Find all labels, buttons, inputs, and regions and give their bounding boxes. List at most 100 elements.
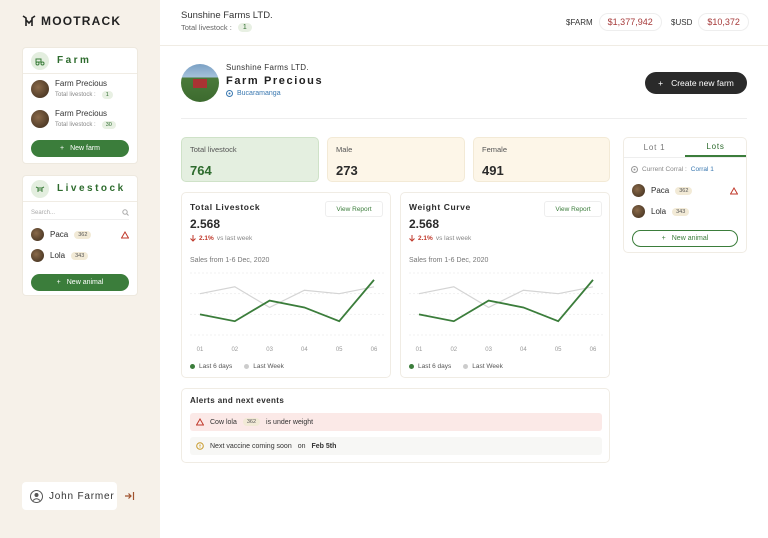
create-farm-label: Create new farm [671,78,734,88]
user-profile-button[interactable]: John Farmer [22,482,117,510]
farm-location[interactable]: Bucaramanga [226,90,281,97]
search-icon [122,209,129,216]
farm-avatar [31,80,49,98]
legend-item: Last 6 days [409,363,451,370]
stat-card-male: Male 273 [327,137,465,182]
animal-avatar [31,228,44,241]
animal-tag: 362 [675,186,693,195]
lot-animal-item[interactable]: Paca 362 [624,180,746,201]
plus-icon: + [661,235,666,242]
farm-list-item[interactable]: Farm Precious Total livestock : 30 [23,104,137,134]
tab-lot-1[interactable]: Lot 1 [624,138,685,157]
livestock-count-badge: 30 [101,121,116,129]
event-alert[interactable]: Next vaccine coming soon on Feb 5th [190,437,602,455]
total-livestock-panel: Total Livestock 2.568 2.1% vs last week … [181,192,391,378]
animal-list-item[interactable]: Paca 362 [23,224,137,245]
legend-item: Last Week [463,363,503,370]
line-chart: 01 02 03 04 05 06 [409,272,603,353]
warning-icon [730,186,738,194]
x-tick-label: 01 [197,347,204,353]
x-tick-label: 01 [416,347,423,353]
view-report-button[interactable]: View Report [325,201,383,217]
sidebar: MOOTRACK Farm Farm Precious Total livest… [0,0,160,538]
tractor-icon [31,51,49,70]
event-on: on [297,442,306,450]
animal-name: Paca [651,186,670,195]
current-corral: Current Corral : Corral 1 [624,158,746,180]
livestock-label: Total livestock : [55,122,96,128]
new-farm-label: New farm [70,145,101,152]
alert-prefix: Cow lola [210,418,237,426]
livestock-count-badge: 1 [101,91,113,99]
lot-animal-item[interactable]: Lola 343 [624,201,746,222]
view-report-button[interactable]: View Report [544,201,602,217]
farm-avatar [31,110,49,128]
panel-subtitle: Sales from 1-6 Dec, 2020 [409,257,489,264]
create-farm-button[interactable]: + Create new farm [645,72,747,94]
corral-value[interactable]: Corral 1 [691,166,714,173]
total-livestock-badge: 1 [237,23,252,32]
delta-value: 2.1% [418,235,433,242]
alerts-title: Alerts and next events [190,396,285,405]
lots-card: Lot 1 Lots Current Corral : Corral 1 Pac… [623,137,747,253]
weight-alert[interactable]: Cow lola 362 is under weight [190,413,602,431]
panel-title: Weight Curve [409,202,471,212]
profile-farm-name: Farm Precious [226,75,324,87]
stat-label: Total livestock [190,145,237,154]
farm-card-title: Farm [57,55,92,66]
panel-delta: 2.1% vs last week [409,235,471,242]
top-bar: Sunshine Farms LTD. Total livestock : 1 … [160,0,768,46]
stat-card-female: Female 491 [473,137,610,182]
logout-button[interactable] [119,482,140,510]
animal-list-item[interactable]: Lola 343 [23,245,137,266]
lot-new-animal-button[interactable]: + New animal [632,230,738,247]
stat-value: 764 [190,163,212,178]
animal-name: Lola [50,251,66,260]
stat-card-total: Total livestock 764 [181,137,319,182]
animal-avatar [632,205,645,218]
lot-tabs: Lot 1 Lots [624,138,746,158]
total-livestock-label: Total livestock : [181,23,232,32]
series-line-last-6-days [199,279,375,323]
animal-name: Paca [50,230,69,239]
logo[interactable]: MOOTRACK [22,14,121,28]
tab-lots[interactable]: Lots [685,138,746,157]
event-prefix: Next vaccine coming soon [210,442,292,450]
plus-icon: + [56,279,61,286]
animal-avatar [31,249,44,262]
farm-currency-value: $1,377,942 [598,13,662,31]
alert-tag: 362 [242,418,261,426]
stat-value: 491 [482,163,504,178]
farm-name: Farm Precious [55,109,108,118]
farm-photo [181,64,219,102]
new-farm-button[interactable]: + New farm [31,140,129,157]
legend-item: Last 6 days [190,363,232,370]
x-tick-label: 04 [520,347,527,353]
farm-name: Farm Precious [55,79,108,88]
x-tick-label: 06 [371,347,378,353]
app-root: MOOTRACK Farm Farm Precious Total livest… [0,0,768,538]
livestock-search-input[interactable]: Search... [31,206,129,220]
x-tick-label: 05 [555,347,562,353]
livestock-card-header: Livestock [23,176,137,202]
livestock-card-title: Livestock [57,183,126,194]
company-name: Sunshine Farms LTD. [181,10,273,21]
x-tick-label: 03 [485,347,492,353]
farm-card: Farm Farm Precious Total livestock : 1 Fa… [22,47,138,164]
panel-title: Total Livestock [190,202,261,212]
farm-list-item[interactable]: Farm Precious Total livestock : 1 [23,74,137,104]
plus-icon: + [658,78,664,88]
animal-name: Lola [651,207,667,216]
new-animal-button[interactable]: + New animal [31,274,129,291]
new-animal-label: New animal [671,235,709,242]
divider [181,118,747,119]
warning-icon [196,418,204,426]
main-content: Sunshine Farms LTD. Total livestock : 1 … [160,0,768,538]
panel-value: 2.568 [190,217,221,231]
x-tick-label: 06 [590,347,597,353]
delta-value: 2.1% [199,235,214,242]
warning-icon [121,230,129,238]
chart-legend: Last 6 days Last Week [409,363,503,370]
arrow-down-icon [190,235,196,242]
legend-item: Last Week [244,363,284,370]
